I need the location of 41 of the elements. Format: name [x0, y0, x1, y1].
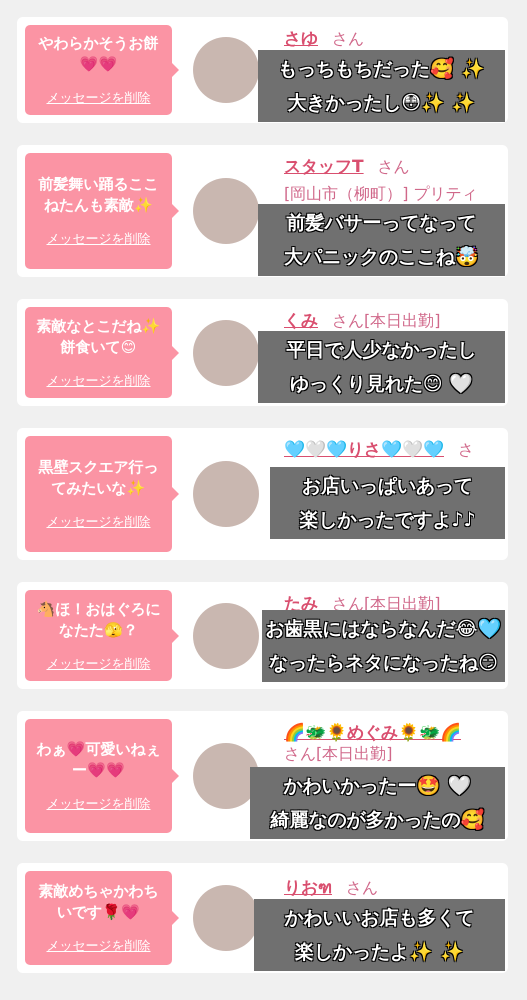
- delete-message-link[interactable]: メッセージを削除: [46, 513, 150, 531]
- message-text: 素敵めちゃかわちいです🌹💗: [38, 881, 160, 923]
- message-text: 素敵なとこだね✨餅食いて😊: [36, 316, 162, 358]
- delete-message-link[interactable]: メッセージを削除: [46, 89, 150, 107]
- user-status: さん[本日出勤]: [284, 744, 392, 765]
- caption-text: 平日で人少なかったし: [286, 338, 476, 363]
- user-status: さん[本日出勤]: [332, 311, 440, 332]
- user-name-link[interactable]: 🌈🐲🌻めぐみ🌻🐲🌈: [284, 721, 461, 744]
- caption-text: 楽しかったよ✨ ✨: [295, 940, 464, 965]
- caption-text: ゆっくり見れた😊 🤍: [290, 372, 474, 397]
- delete-message-link[interactable]: メッセージを削除: [46, 795, 150, 813]
- user-status: さ: [458, 440, 474, 461]
- delete-message-link[interactable]: メッセージを削除: [46, 654, 150, 672]
- caption-text: 大きかったし😳✨ ✨: [287, 91, 476, 116]
- caption-text: 楽しかったですよ♪♪: [299, 508, 476, 533]
- shop-name: [岡山市（柳町）] プリティ: [284, 184, 479, 205]
- user-name-link[interactable]: さゆ: [284, 27, 318, 50]
- caption-text: なったらネタになったね😏: [269, 651, 498, 676]
- message-text: 🐴ほ！おはぐろになたた🫣？: [36, 598, 162, 640]
- delete-message-link[interactable]: メッセージを削除: [46, 937, 150, 955]
- caption-text: 前髪バサーってなって: [286, 211, 476, 236]
- user-name-link[interactable]: スタッフT: [284, 155, 364, 178]
- user-name-link[interactable]: くみ: [284, 309, 318, 332]
- caption-text: お歯黒にはならなんだ😂🩵: [265, 617, 502, 642]
- caption-text: お店いっぱいあって: [302, 474, 473, 499]
- user-status: さん: [332, 29, 364, 50]
- user-name-link[interactable]: 🩵🤍🩵りさ🩵🤍🩵: [284, 438, 444, 461]
- caption-text: かわいかったー🤩 🤍: [284, 774, 472, 799]
- caption-text: 綺麗なのが多かったの🥰: [270, 808, 484, 833]
- caption-text: もっちもちだった🥰 ✨: [278, 56, 485, 82]
- caption-text: 大パニックのここね🤯: [284, 245, 479, 270]
- message-text: わぁ💗可愛いねぇー💗💗: [36, 739, 162, 781]
- message-text: 前髪舞い踊るここねたんも素敵✨: [38, 174, 160, 216]
- user-name-link[interactable]: りおฑ: [284, 873, 332, 900]
- delete-message-link[interactable]: メッセージを削除: [46, 372, 150, 390]
- message-text: やわらかそうお餅💗💗: [37, 33, 160, 75]
- delete-message-link[interactable]: メッセージを削除: [46, 230, 150, 248]
- user-status: さん: [378, 157, 410, 178]
- user-status: さん: [346, 878, 378, 899]
- message-text: 黒壁スクエア行ってみたいな✨: [38, 457, 160, 499]
- caption-text: かわいいお店も多くて: [284, 906, 474, 931]
